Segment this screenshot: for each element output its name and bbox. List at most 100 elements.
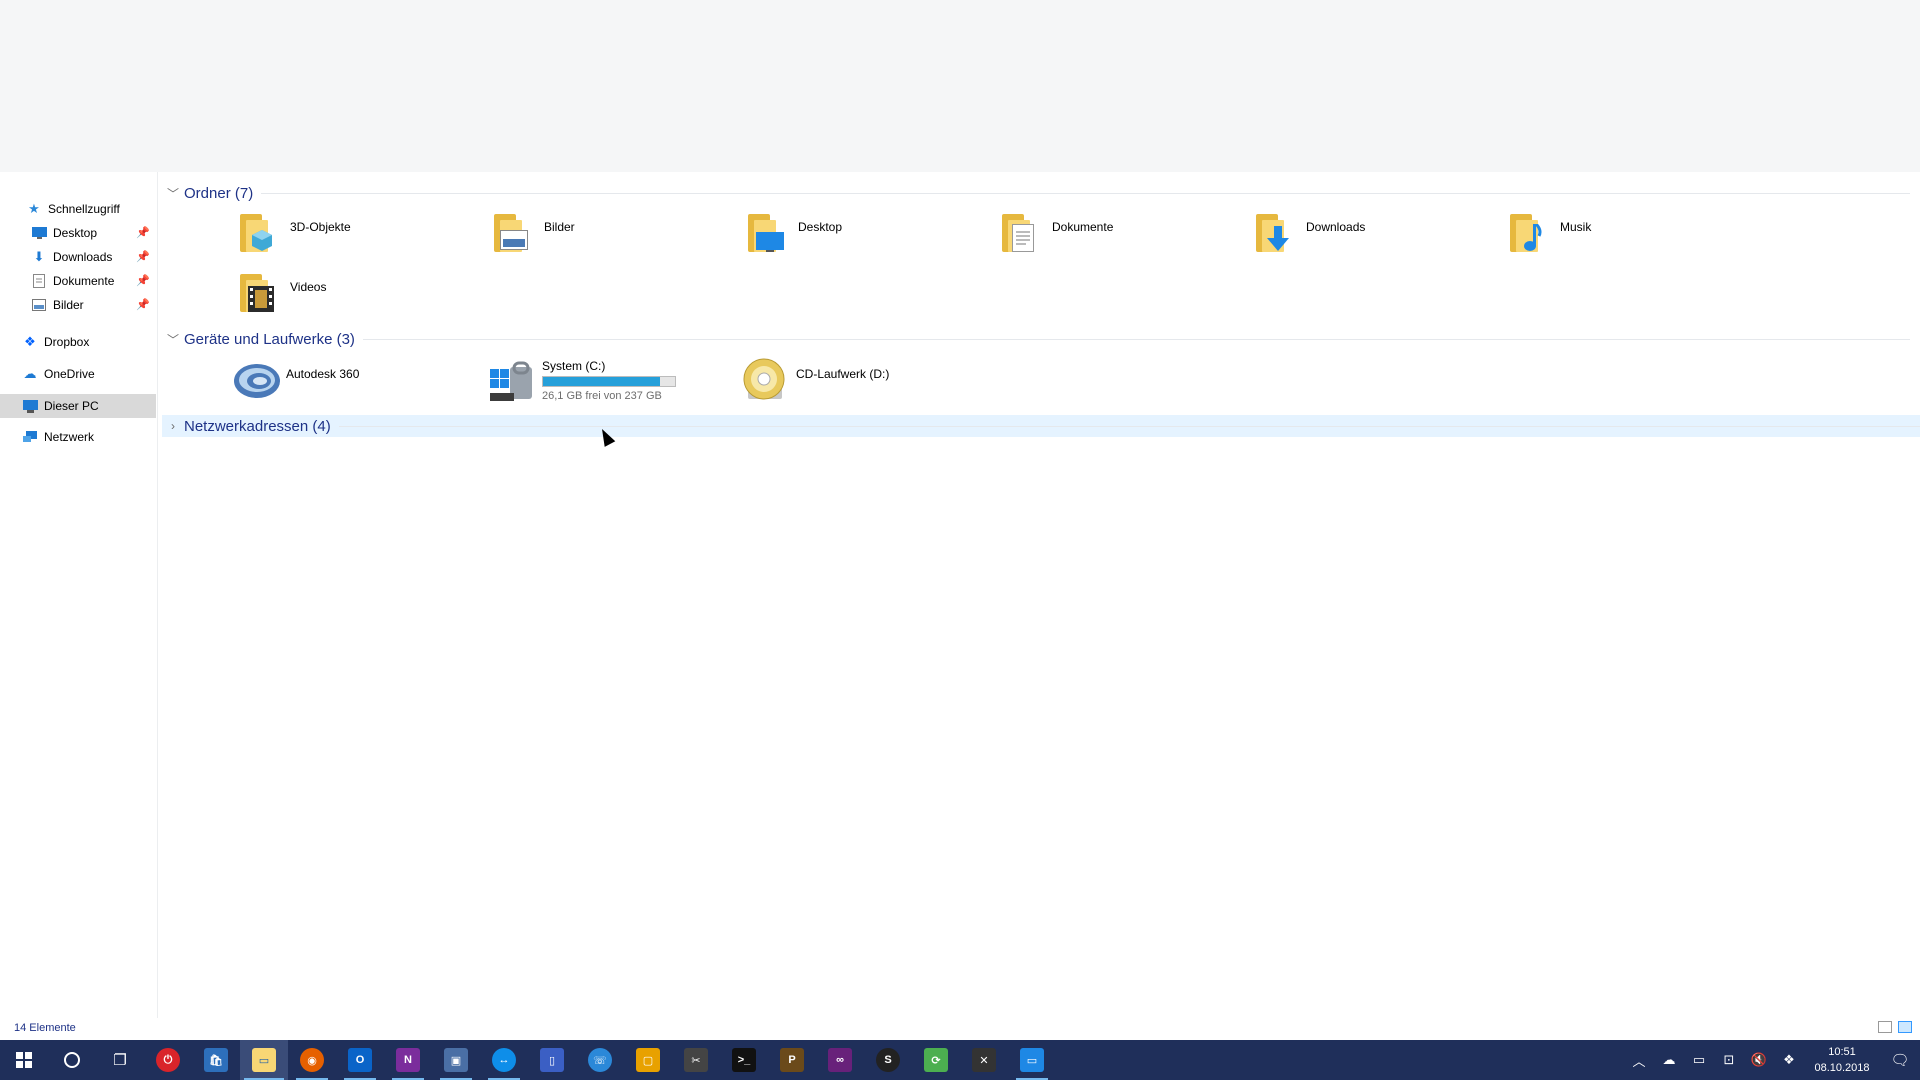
- nav-item-dropbox[interactable]: ❖ Dropbox: [0, 330, 156, 354]
- pin-icon[interactable]: 📌: [136, 298, 150, 311]
- pin-icon[interactable]: 📌: [136, 274, 150, 287]
- download-arrow-icon: ⬇: [33, 249, 45, 264]
- dropbox-tray-icon[interactable]: ❖: [1774, 1052, 1804, 1068]
- network-tray-icon[interactable]: ⊡: [1714, 1052, 1744, 1068]
- firefox-icon: ◉: [300, 1048, 324, 1072]
- drive-tile-cd-d[interactable]: CD-Laufwerk (D:): [742, 357, 889, 403]
- taskbar-app-x[interactable]: ✕: [960, 1040, 1008, 1080]
- start-button[interactable]: [0, 1040, 48, 1080]
- group-header-ordner[interactable]: ﹀ Ordner (7): [166, 182, 1910, 204]
- sonos-icon: S: [876, 1048, 900, 1072]
- onedrive-cloud-icon: ☁: [23, 366, 37, 381]
- drive-usage-bar: [542, 376, 676, 387]
- folder-tile-desktop[interactable]: Desktop: [744, 210, 842, 256]
- group-header-netzwerkadressen[interactable]: › Netzwerkadressen (4): [162, 415, 1920, 437]
- pin-icon[interactable]: 📌: [136, 226, 150, 239]
- nav-item-label: Dieser PC: [44, 399, 99, 413]
- nav-item-label: OneDrive: [44, 367, 95, 381]
- nav-item-label: Dokumente: [53, 274, 115, 288]
- nav-item-dieser-pc[interactable]: Dieser PC: [0, 394, 156, 418]
- nav-item-label: Netzwerk: [44, 430, 95, 444]
- volume-muted-icon[interactable]: 🔇: [1744, 1052, 1774, 1068]
- windows-logo-icon: [16, 1052, 32, 1068]
- taskbar-app-store[interactable]: 🛍: [192, 1040, 240, 1080]
- taskbar-app-terminal[interactable]: >_: [720, 1040, 768, 1080]
- clock-date: 08.10.2018: [1814, 1062, 1870, 1074]
- chevron-right-icon[interactable]: ›: [166, 419, 180, 433]
- taskbar-app-tile[interactable]: ▢: [624, 1040, 672, 1080]
- ribbon-area: [0, 0, 1920, 172]
- taskbar-app-outlook[interactable]: O: [336, 1040, 384, 1080]
- desktop-folder-icon: [744, 210, 790, 256]
- tile-label: Dokumente: [1052, 220, 1114, 234]
- chevron-down-icon[interactable]: ﹀: [166, 331, 180, 348]
- computer-icon: [22, 398, 38, 414]
- taskbar-app-processing[interactable]: P: [768, 1040, 816, 1080]
- group-header-geraete[interactable]: ﹀ Geräte und Laufwerke (3): [166, 328, 1910, 350]
- cortana-button[interactable]: [48, 1040, 96, 1080]
- tile-label: 3D-Objekte: [290, 220, 351, 234]
- network-tool-icon: ▣: [444, 1048, 468, 1072]
- item-count: 14 Elemente: [14, 1022, 76, 1034]
- windows-drive-icon: [488, 357, 534, 403]
- 3d-objects-folder-icon: [236, 210, 282, 256]
- taskbar-app-notes[interactable]: ▯: [528, 1040, 576, 1080]
- drive-tile-autodesk-360[interactable]: Autodesk 360: [232, 357, 359, 403]
- clock[interactable]: 10:51 08.10.2018: [1804, 1044, 1880, 1076]
- taskbar-app-onenote[interactable]: N: [384, 1040, 432, 1080]
- tile-label: CD-Laufwerk (D:): [796, 367, 890, 381]
- taskbar-app-snip[interactable]: ✂: [672, 1040, 720, 1080]
- group-title: Ordner (7): [184, 184, 254, 202]
- tile-label: Videos: [290, 280, 327, 294]
- task-view-button[interactable]: ❐: [96, 1040, 144, 1080]
- nav-item-desktop[interactable]: Desktop 📌: [0, 221, 156, 245]
- taskbar-app-remote-desktop[interactable]: ▭: [1008, 1040, 1056, 1080]
- tile-label: Downloads: [1306, 220, 1366, 234]
- taskbar-app-explorer[interactable]: ▭: [240, 1040, 288, 1080]
- tiles-view-icon[interactable]: [1898, 1021, 1912, 1033]
- folder-tile-videos[interactable]: Videos: [236, 270, 326, 316]
- pin-icon[interactable]: 📌: [136, 250, 150, 263]
- nav-item-netzwerk[interactable]: Netzwerk: [0, 425, 156, 449]
- drive-free-space: 26,1 GB frei von 237 GB: [542, 390, 662, 402]
- battery-icon[interactable]: ▭: [1684, 1052, 1714, 1068]
- nav-item-schnellzugriff[interactable]: ★ Schnellzugriff: [0, 197, 156, 221]
- taskbar-app-teamviewer[interactable]: ↔: [480, 1040, 528, 1080]
- onedrive-tray-icon[interactable]: ☁: [1654, 1052, 1684, 1068]
- folder-tile-dokumente[interactable]: Dokumente: [998, 210, 1113, 256]
- drive-tile-system-c[interactable]: System (C:) 26,1 GB frei von 237 GB: [488, 357, 676, 403]
- dropbox-icon: ❖: [24, 334, 36, 349]
- folder-tile-downloads[interactable]: Downloads: [1252, 210, 1365, 256]
- task-view-icon: ❐: [113, 1052, 127, 1069]
- view-toggle: [1878, 1021, 1912, 1033]
- details-view-icon[interactable]: [1878, 1021, 1892, 1033]
- taskbar-app-sonos[interactable]: S: [864, 1040, 912, 1080]
- taskbar-app-sync[interactable]: ⟳: [912, 1040, 960, 1080]
- taskbar-app-visual-studio[interactable]: ∞: [816, 1040, 864, 1080]
- tile-label: Bilder: [544, 220, 575, 234]
- cd-drive-icon: [742, 357, 788, 403]
- teamviewer-icon: ↔: [492, 1048, 516, 1072]
- chevron-up-icon[interactable]: ︿: [1624, 1051, 1654, 1070]
- sync-app-icon: ⟳: [924, 1048, 948, 1072]
- chevron-down-icon[interactable]: ﹀: [166, 185, 180, 202]
- visual-studio-icon: ∞: [828, 1048, 852, 1072]
- tile-app-icon: ▢: [636, 1048, 660, 1072]
- nav-item-downloads[interactable]: ⬇ Downloads 📌: [0, 245, 156, 269]
- power-app-icon: ⏻: [156, 1048, 180, 1072]
- folder-tile-bilder[interactable]: Bilder: [490, 210, 575, 256]
- tile-label: Autodesk 360: [286, 367, 360, 381]
- taskbar-app-network-tool[interactable]: ▣: [432, 1040, 480, 1080]
- taskbar-app-firefox[interactable]: ◉: [288, 1040, 336, 1080]
- taskbar-app-power[interactable]: ⏻: [144, 1040, 192, 1080]
- nav-item-bilder[interactable]: Bilder 📌: [0, 293, 156, 317]
- nav-item-dokumente[interactable]: Dokumente 📌: [0, 269, 156, 293]
- notification-center-icon[interactable]: 🗨: [1880, 1051, 1920, 1069]
- taskbar-app-phone[interactable]: ☏: [576, 1040, 624, 1080]
- folder-tile-3d-objekte[interactable]: 3D-Objekte: [236, 210, 351, 256]
- nav-item-onedrive[interactable]: ☁ OneDrive: [0, 362, 156, 386]
- folder-tile-musik[interactable]: Musik: [1506, 210, 1591, 256]
- downloads-folder-icon: [1252, 210, 1298, 256]
- document-icon: [31, 273, 47, 289]
- notes-icon: ▯: [540, 1048, 564, 1072]
